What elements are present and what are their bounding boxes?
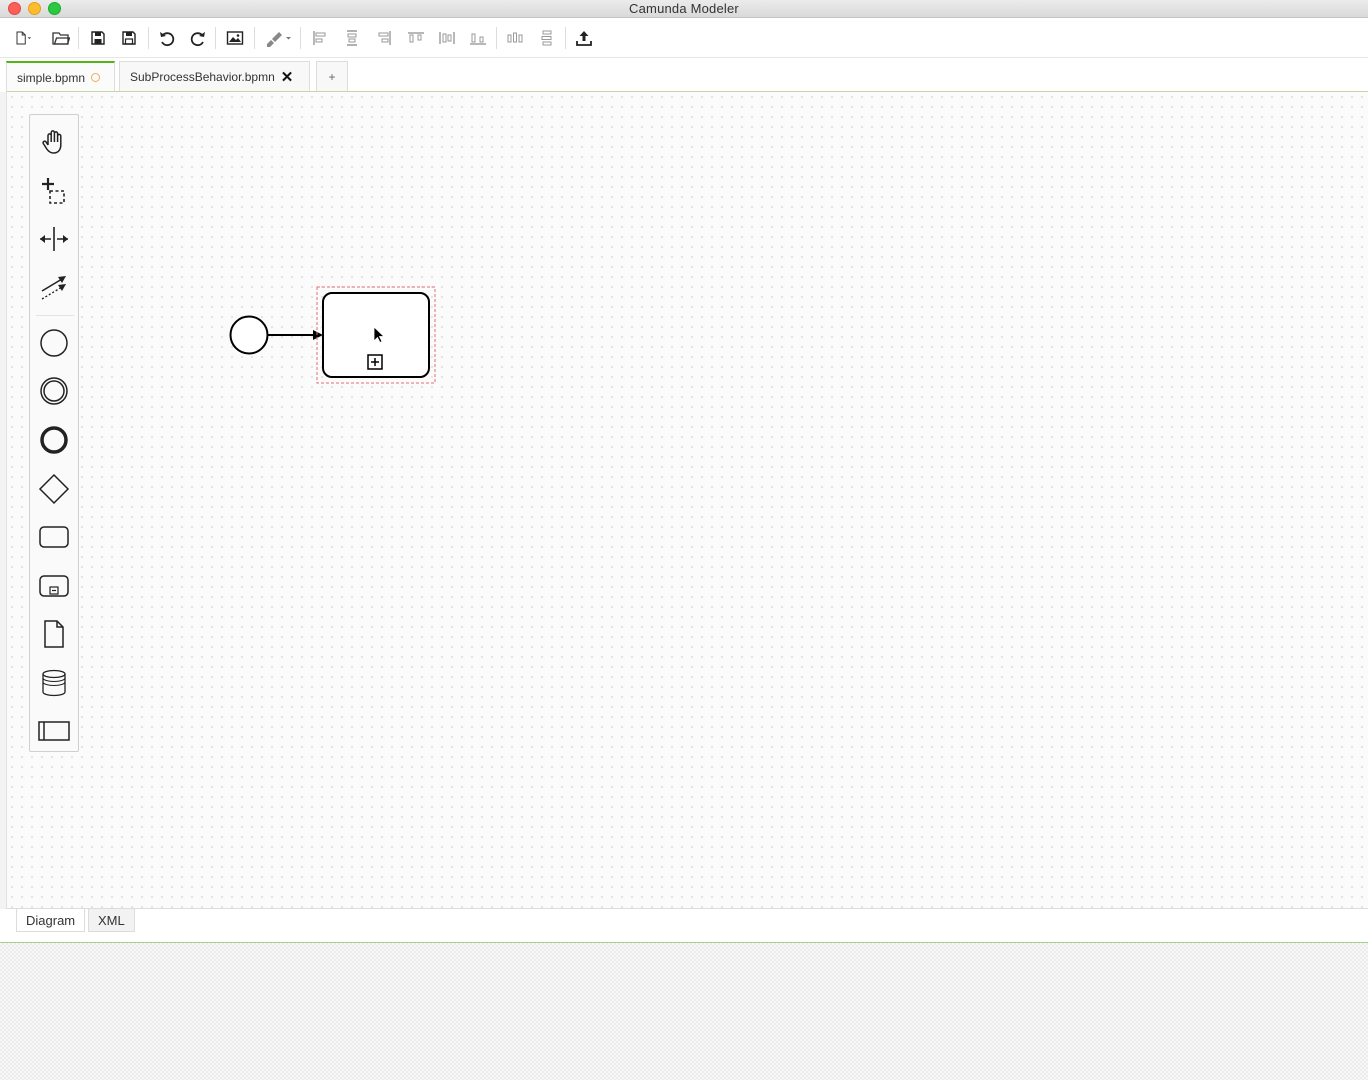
align-left-button[interactable]: [308, 26, 332, 50]
create-pool[interactable]: [34, 711, 74, 751]
align-middle-button[interactable]: [435, 26, 459, 50]
data-object-icon: [44, 620, 64, 648]
window-titlebar: Camunda Modeler: [0, 0, 1368, 18]
end-event-icon: [40, 426, 68, 454]
unsaved-indicator-icon: [91, 73, 101, 82]
save-button[interactable]: [86, 26, 110, 50]
hand-tool-icon: [42, 130, 62, 154]
align-right-button[interactable]: [372, 26, 396, 50]
redo-button[interactable]: [186, 26, 210, 50]
export-image-button[interactable]: [223, 26, 247, 50]
tab-label: simple.bpmn: [17, 70, 86, 85]
tab-diagram[interactable]: Diagram: [16, 909, 86, 932]
add-tab-button[interactable]: +: [316, 61, 348, 92]
global-connect-tool[interactable]: [34, 267, 74, 307]
space-tool-icon: [40, 227, 68, 251]
new-file-button[interactable]: [8, 26, 38, 50]
bottom-panel: [0, 943, 1368, 1080]
align-left-icon: [313, 31, 326, 45]
collapsed-subprocess[interactable]: [322, 292, 430, 378]
align-top-button[interactable]: [404, 26, 428, 50]
tab-simple-bpmn[interactable]: simple.bpmn: [6, 61, 115, 92]
create-intermediate-event[interactable]: [34, 371, 74, 411]
save-icon: [91, 31, 105, 45]
open-file-icon: [52, 32, 70, 45]
intermediate-event-icon: [40, 377, 68, 405]
align-bottom-icon: [470, 33, 486, 45]
sequence-flow[interactable]: [268, 330, 323, 340]
create-end-event[interactable]: [34, 420, 74, 460]
subprocess-icon: [39, 575, 69, 597]
tab-subprocessbehavior-bpmn[interactable]: SubProcessBehavior.bpmn ✕: [119, 61, 310, 92]
pool-icon: [38, 721, 70, 741]
align-center-icon: [347, 30, 357, 46]
start-event-icon: [40, 329, 68, 357]
start-event[interactable]: [229, 315, 269, 355]
save-as-button[interactable]: [117, 26, 141, 50]
distribute-horizontal-icon: [507, 32, 523, 43]
deploy-icon: [576, 31, 592, 46]
create-gateway[interactable]: [34, 469, 74, 509]
create-data-object[interactable]: [34, 614, 74, 654]
undo-button[interactable]: [155, 26, 179, 50]
open-file-button[interactable]: [49, 26, 73, 50]
file-tabs: simple.bpmn SubProcessBehavior.bpmn ✕ +: [0, 58, 1368, 92]
redo-icon: [190, 32, 205, 47]
bpmn-diagram: [229, 286, 436, 384]
space-tool[interactable]: [34, 219, 74, 259]
gateway-icon: [38, 473, 70, 505]
tab-xml[interactable]: XML: [88, 909, 135, 932]
distribute-vertical-button[interactable]: [535, 26, 559, 50]
distribute-vertical-icon: [541, 30, 552, 46]
create-task[interactable]: [34, 517, 74, 557]
global-connect-tool-icon: [41, 276, 66, 300]
export-image-icon: [226, 31, 244, 45]
edit-colors-button[interactable]: [262, 26, 294, 50]
create-data-store[interactable]: [34, 663, 74, 703]
create-start-event[interactable]: [34, 323, 74, 363]
align-top-icon: [408, 32, 424, 43]
data-store-icon: [42, 669, 66, 697]
lasso-tool[interactable]: [34, 171, 74, 211]
align-bottom-button[interactable]: [466, 26, 490, 50]
align-right-icon: [378, 31, 391, 45]
task-icon: [39, 526, 69, 548]
tab-label: SubProcessBehavior.bpmn: [130, 70, 275, 84]
distribute-horizontal-button[interactable]: [503, 26, 527, 50]
align-center-button[interactable]: [340, 26, 364, 50]
lasso-tool-icon: [42, 178, 65, 204]
save-as-icon: [122, 31, 136, 45]
hand-tool[interactable]: [34, 122, 74, 162]
edit-colors-icon: [267, 32, 291, 47]
deploy-button[interactable]: [572, 26, 596, 50]
view-tabs: Diagram XML: [0, 909, 1368, 943]
new-file-icon: [16, 31, 32, 45]
close-icon[interactable]: ✕: [281, 70, 294, 85]
toolbar: [0, 18, 1368, 58]
align-middle-icon: [439, 32, 455, 44]
undo-icon: [160, 32, 175, 47]
tool-palette: [29, 114, 79, 752]
window-title: Camunda Modeler: [629, 1, 739, 16]
diagram-canvas[interactable]: [6, 91, 1368, 909]
create-subprocess[interactable]: [34, 566, 74, 606]
